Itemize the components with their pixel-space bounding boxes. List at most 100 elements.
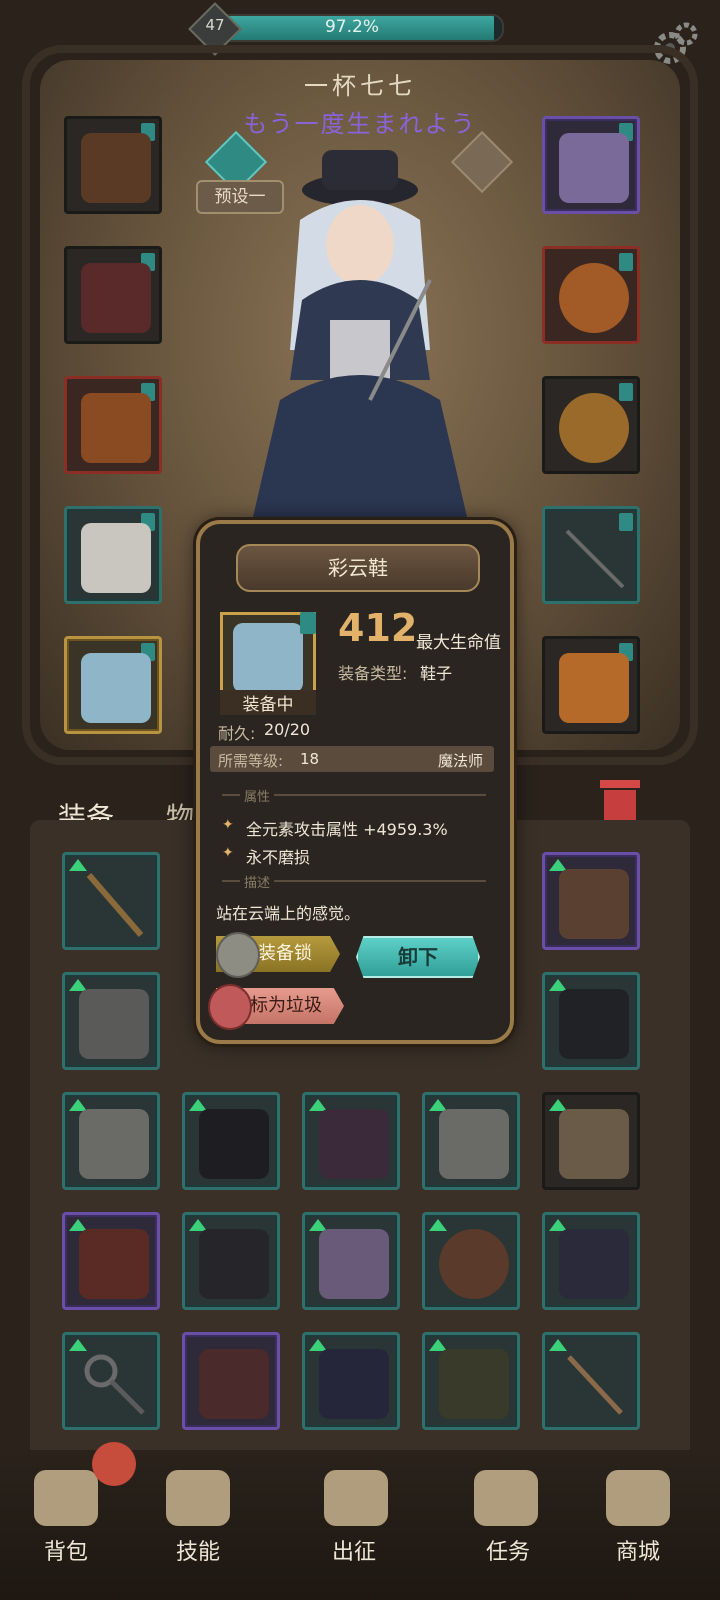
inventory-slot[interactable]	[542, 852, 640, 950]
required-level-label: 所需等级:	[218, 752, 284, 770]
stat-value: 412	[338, 606, 418, 650]
equip-slot-ring1[interactable]	[542, 246, 640, 344]
xp-percent-text: 97.2%	[324, 17, 379, 37]
equip-slot-weapon[interactable]	[542, 506, 640, 604]
level-number: 47	[205, 16, 225, 34]
tome-icon	[559, 1109, 629, 1179]
inventory-slot[interactable]	[62, 1212, 160, 1310]
slot-tag	[300, 612, 316, 634]
star-icon: ✦	[222, 845, 234, 861]
equip-slot-necklace[interactable]	[542, 116, 640, 214]
wand-icon	[567, 1355, 623, 1415]
inventory-slot[interactable]	[542, 1332, 640, 1430]
divider	[222, 794, 240, 796]
inventory-slot[interactable]	[422, 1332, 520, 1430]
inventory-slot[interactable]	[542, 1092, 640, 1190]
pants-icon	[81, 523, 151, 593]
inventory-slot[interactable]	[302, 1212, 400, 1310]
inventory-slot[interactable]	[182, 1212, 280, 1310]
inventory-slot[interactable]	[62, 972, 160, 1070]
nav-quests[interactable]: 任务	[458, 1534, 558, 1566]
attribute-line: 永不磨损	[246, 848, 311, 867]
inventory-slot[interactable]	[302, 1092, 400, 1190]
divider	[274, 880, 486, 882]
hat-icon	[79, 1229, 149, 1299]
unequip-button[interactable]: 卸下	[356, 936, 480, 978]
ring-icon	[559, 393, 629, 463]
slot-tag	[619, 383, 633, 401]
armor-icon	[559, 1229, 629, 1299]
inventory-slot[interactable]	[542, 972, 640, 1070]
pants-icon	[79, 989, 149, 1059]
hat-icon	[81, 133, 151, 203]
star-icon: ✦	[222, 817, 234, 833]
nav-skills[interactable]: 技能	[148, 1534, 248, 1566]
hat-icon	[199, 1109, 269, 1179]
boots-icon	[439, 1109, 509, 1179]
amulet-icon	[559, 133, 629, 203]
inventory-slot[interactable]	[422, 1092, 520, 1190]
inventory-slot[interactable]	[542, 1212, 640, 1310]
armor-icon	[81, 263, 151, 333]
required-level-value: 18	[300, 750, 320, 768]
equip-slot-legs[interactable]	[64, 506, 162, 604]
equip-slot-feet[interactable]	[64, 636, 162, 734]
nav-battle[interactable]: 出征	[304, 1534, 404, 1566]
inventory-slot[interactable]	[302, 1332, 400, 1430]
inventory-slot[interactable]	[182, 1332, 280, 1430]
amulet-icon	[319, 1229, 389, 1299]
equip-type-label: 装备类型:	[338, 664, 408, 683]
attributes-header: 属性	[244, 790, 271, 805]
book-icon	[559, 869, 629, 939]
equip-slot-body[interactable]	[64, 246, 162, 344]
gloves-icon	[81, 393, 151, 463]
nav-bag[interactable]: 背包	[16, 1534, 116, 1566]
magnifier-wand-icon	[84, 1354, 145, 1415]
durability-label: 耐久:	[218, 724, 256, 743]
inventory-slot[interactable]	[182, 1092, 280, 1190]
notification-badge	[92, 1442, 136, 1486]
equip-type-value: 鞋子	[420, 664, 453, 683]
boots-icon	[81, 653, 151, 723]
nav-shop[interactable]: 商城	[588, 1534, 688, 1566]
divider	[222, 880, 240, 882]
equip-slot-gloves[interactable]	[64, 376, 162, 474]
armor-icon	[319, 1349, 389, 1419]
tome-icon	[559, 653, 629, 723]
hat-icon	[199, 1229, 269, 1299]
durability-value: 20/20	[264, 720, 311, 739]
equip-slot-offhand[interactable]	[542, 636, 640, 734]
junk-icon	[208, 984, 252, 1030]
trash-icon[interactable]	[590, 776, 650, 826]
wand-icon	[565, 529, 625, 589]
pants-icon	[439, 1349, 509, 1419]
equip-slot-head[interactable]	[64, 116, 162, 214]
skills-icon[interactable]	[166, 1470, 230, 1526]
popup-item-name: 彩云鞋	[236, 544, 480, 592]
battle-icon[interactable]	[324, 1470, 388, 1526]
shop-icon[interactable]	[606, 1470, 670, 1526]
gloves-icon	[319, 1109, 389, 1179]
staff-icon	[86, 873, 144, 937]
character-name: 一杯七七	[304, 72, 416, 100]
inventory-slot[interactable]	[62, 1092, 160, 1190]
ring-icon	[559, 263, 629, 333]
boots-icon	[199, 1349, 269, 1419]
description-header: 描述	[244, 876, 271, 891]
equipped-label: 装备中	[220, 690, 316, 715]
hero-character	[250, 150, 470, 530]
xp-bar: 97.2%	[200, 14, 504, 42]
inventory-slot[interactable]	[422, 1212, 520, 1310]
quests-icon[interactable]	[474, 1470, 538, 1526]
boots-icon	[79, 1109, 149, 1179]
attribute-line: 全元素攻击属性 +4959.3%	[246, 820, 448, 839]
equip-slot-ring2[interactable]	[542, 376, 640, 474]
hat-icon	[559, 989, 629, 1059]
inventory-slot[interactable]	[62, 852, 160, 950]
upgrade-arrow-icon	[429, 1219, 447, 1231]
bag-icon[interactable]	[34, 1470, 98, 1526]
boots-icon	[233, 623, 303, 693]
slot-tag	[619, 253, 633, 271]
ring-icon	[439, 1229, 509, 1299]
inventory-slot[interactable]	[62, 1332, 160, 1430]
